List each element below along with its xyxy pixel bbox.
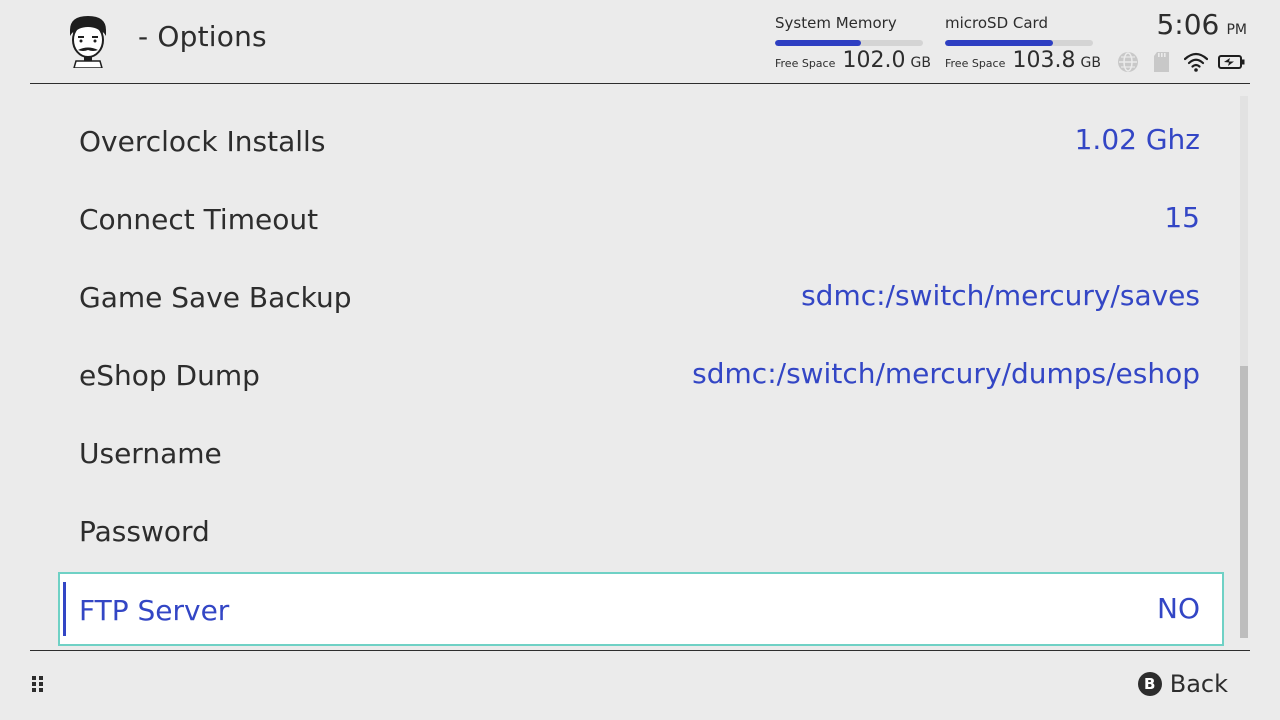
battery-charging-icon bbox=[1218, 55, 1245, 69]
system-memory-free: Free Space 102.0 GB bbox=[775, 48, 931, 74]
option-value: 15 bbox=[1164, 201, 1200, 234]
microsd-bar-fill bbox=[945, 40, 1054, 46]
page-title: - Options bbox=[138, 20, 267, 53]
mustache-face-icon bbox=[70, 16, 106, 68]
scrollbar-thumb[interactable] bbox=[1240, 366, 1248, 638]
clock-time: 5:06 bbox=[1156, 8, 1220, 41]
microsd-free-value: 103.8 bbox=[1012, 48, 1076, 73]
option-value: sdmc:/switch/mercury/saves bbox=[801, 279, 1200, 312]
b-button-icon: B bbox=[1137, 672, 1162, 696]
selection-marker bbox=[63, 582, 66, 636]
options-list: Overclock Installs 1.02 Ghz Connect Time… bbox=[58, 103, 1224, 646]
option-label: Username bbox=[79, 437, 222, 470]
microsd-free-label: Free Space bbox=[945, 57, 1006, 70]
option-label: Game Save Backup bbox=[79, 281, 352, 314]
option-row-connect-timeout[interactable]: Connect Timeout 15 bbox=[58, 181, 1224, 255]
option-value: NO bbox=[1157, 592, 1200, 625]
option-label: FTP Server bbox=[79, 594, 230, 627]
system-memory-free-value: 102.0 bbox=[842, 48, 906, 73]
option-row-overclock-installs[interactable]: Overclock Installs 1.02 Ghz bbox=[58, 103, 1224, 177]
option-value: sdmc:/switch/mercury/dumps/eshop bbox=[692, 357, 1200, 390]
option-value: 1.02 Ghz bbox=[1074, 123, 1200, 156]
option-row-game-save-backup[interactable]: Game Save Backup sdmc:/switch/mercury/sa… bbox=[58, 259, 1224, 333]
back-label: Back bbox=[1169, 670, 1228, 698]
microsd-bar bbox=[945, 40, 1093, 46]
sd-card-icon bbox=[1154, 52, 1169, 72]
options-screen: - Options System Memory Free Space 102.0… bbox=[0, 0, 1280, 720]
wifi-icon bbox=[1184, 52, 1208, 72]
option-label: Connect Timeout bbox=[79, 203, 319, 236]
system-memory-bar bbox=[775, 40, 923, 46]
header: - Options System Memory Free Space 102.0… bbox=[0, 0, 1280, 84]
microsd-label: microSD Card bbox=[945, 14, 1048, 32]
back-button[interactable]: B Back bbox=[1137, 668, 1228, 700]
system-memory-bar-fill bbox=[775, 40, 861, 46]
option-row-username[interactable]: Username bbox=[58, 415, 1224, 489]
clock-ampm: PM bbox=[1226, 22, 1247, 38]
globe-icon bbox=[1118, 52, 1138, 72]
microsd-indicator: microSD Card Free Space 103.8 GB bbox=[945, 14, 1101, 74]
footer-divider bbox=[30, 650, 1250, 651]
option-row-password[interactable]: Password bbox=[58, 493, 1224, 567]
option-row-eshop-dump[interactable]: eShop Dump sdmc:/switch/mercury/dumps/es… bbox=[58, 337, 1224, 411]
status-icons bbox=[1116, 50, 1250, 76]
option-label: Password bbox=[79, 515, 210, 548]
option-row-ftp-server[interactable]: FTP Server NO bbox=[58, 572, 1224, 646]
system-memory-label: System Memory bbox=[775, 14, 897, 32]
system-memory-indicator: System Memory Free Space 102.0 GB bbox=[775, 14, 931, 74]
microsd-free: Free Space 103.8 GB bbox=[945, 48, 1101, 74]
system-memory-free-label: Free Space bbox=[775, 57, 836, 70]
grid-dots-icon[interactable] bbox=[30, 674, 46, 694]
system-memory-free-unit: GB bbox=[910, 55, 931, 71]
option-label: Overclock Installs bbox=[79, 125, 326, 158]
clock: 5:06 PM bbox=[1156, 8, 1247, 41]
header-divider bbox=[30, 83, 1250, 84]
option-label: eShop Dump bbox=[79, 359, 260, 392]
microsd-free-unit: GB bbox=[1080, 55, 1101, 71]
